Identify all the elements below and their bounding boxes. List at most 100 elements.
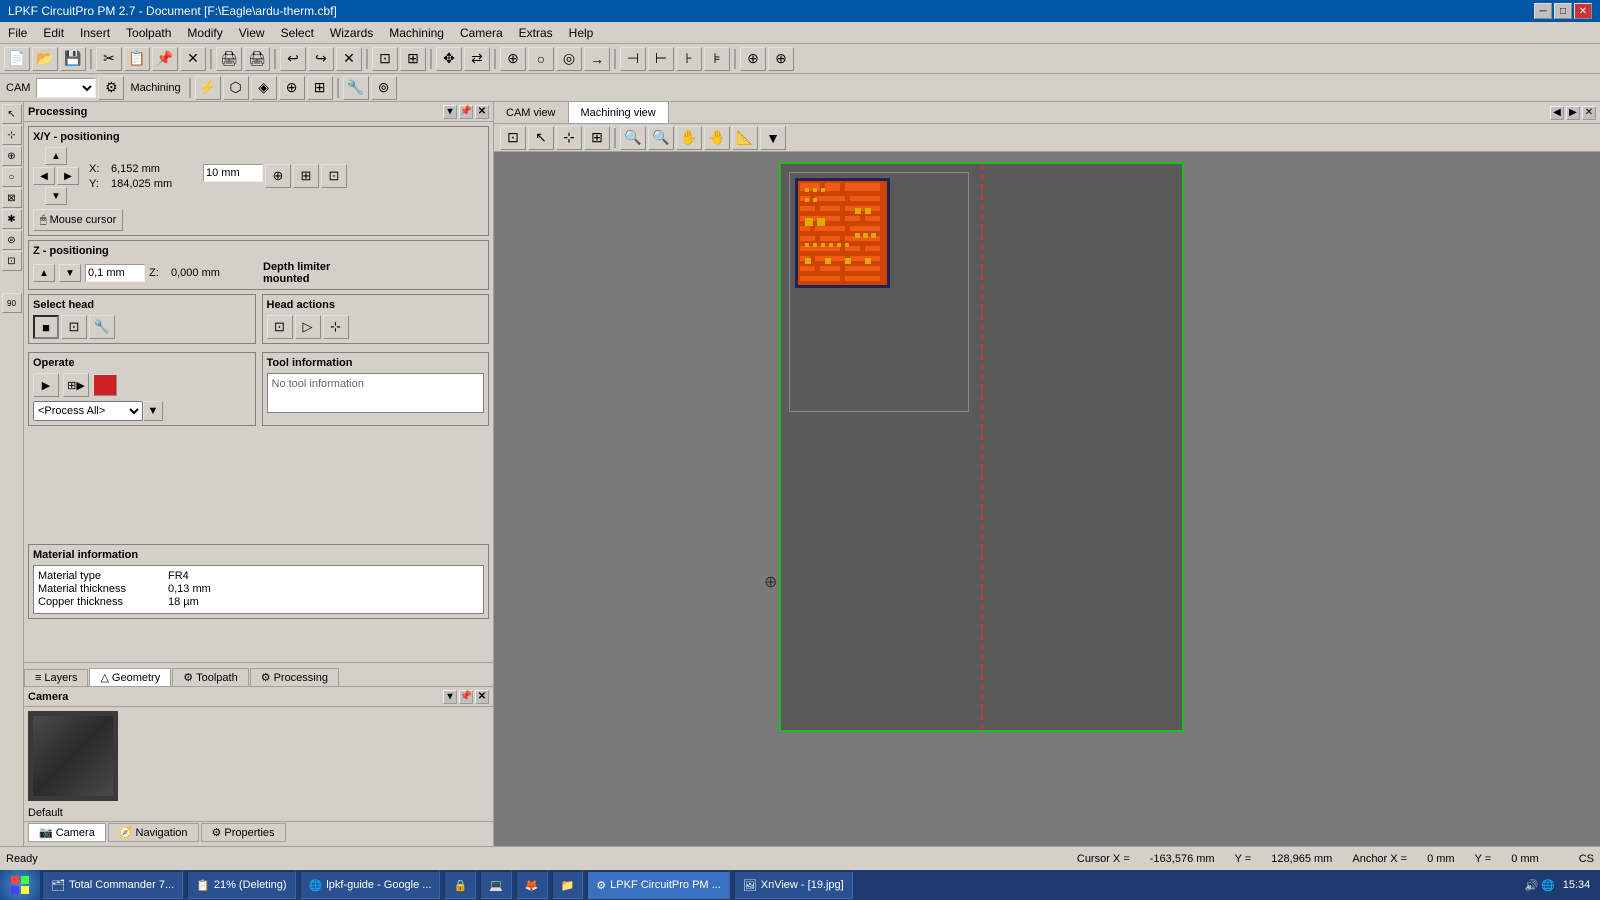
left-tool1[interactable]: ↖ [2,104,22,124]
goto-fiducial-button[interactable]: ⊞ [293,164,319,188]
head-action2-button[interactable]: ▷ [295,315,321,339]
left-tool7[interactable]: ⊜ [2,230,22,250]
panel-menu-button[interactable]: ▾ [443,105,457,119]
down-arrow-button[interactable]: ▼ [45,187,67,205]
mouse-cursor-button[interactable]: 🖱 Mouse cursor [33,209,123,231]
crosshair-button[interactable]: ⊕ [768,47,794,71]
menu-file[interactable]: File [0,24,35,42]
paste-button[interactable]: 📌 [152,47,178,71]
cam-tool5[interactable]: ⊞ [307,76,333,100]
zoom-circle-button[interactable]: ○ [528,47,554,71]
cam-tool3[interactable]: ◈ [251,76,277,100]
menu-modify[interactable]: Modify [179,24,230,42]
left-tool4[interactable]: ○ [2,167,22,187]
print-button[interactable]: 🖨 [244,47,270,71]
panel-tab-properties[interactable]: ⚙ Properties [201,823,286,842]
zoom-fit-button[interactable]: ⊕ [500,47,526,71]
left-tool8[interactable]: ⊡ [2,251,22,271]
process-all-dropdown[interactable]: <Process All> [33,401,143,421]
head-action3-button[interactable]: ⊹ [323,315,349,339]
align-button[interactable]: ⊦ [676,47,702,71]
z-up-button[interactable]: ▲ [33,264,55,282]
cam-tool7[interactable]: ⊚ [371,76,397,100]
left-tool3[interactable]: ⊕ [2,146,22,166]
cam-dropdown[interactable] [36,78,96,98]
right-arrow-button[interactable]: ▶ [57,167,79,185]
left-tool9[interactable]: 90 [2,293,22,313]
canvas-zoom-plus[interactable]: 🔍 [648,126,674,150]
tab-layers[interactable]: ≡ Layers [24,669,88,686]
distribute-button[interactable]: ⊧ [704,47,730,71]
close-button[interactable]: ✕ [1574,3,1592,19]
taskbar-firefox[interactable]: 🦊 [516,871,548,899]
cut-button[interactable]: ✂ [96,47,122,71]
menu-machining[interactable]: Machining [381,24,452,42]
menu-wizards[interactable]: Wizards [322,24,381,42]
canvas-pan[interactable]: ✋ [676,126,702,150]
up-arrow-button[interactable]: ▲ [45,147,67,165]
head2-button[interactable]: ⊡ [61,315,87,339]
canvas-select1[interactable]: ⊡ [500,126,526,150]
menu-toolpath[interactable]: Toolpath [118,24,179,42]
mirror-button[interactable]: ⊣ [620,47,646,71]
canvas-move[interactable]: ⊹ [556,126,582,150]
z-step-input[interactable] [85,264,145,282]
stop-button[interactable]: ✕ [336,47,362,71]
taskbar-total-commander[interactable]: 🗂 Total Commander 7... [42,871,183,899]
view-close-button[interactable]: ✕ [1582,106,1596,120]
taskbar-deleting[interactable]: 📋 21% (Deleting) [187,871,295,899]
left-arrow-button[interactable]: ◀ [33,167,55,185]
cam-tool6[interactable]: 🔧 [343,76,369,100]
canvas-zoom-region[interactable]: 🔍 [620,126,646,150]
panel-tab-camera[interactable]: 📷 Camera [28,823,106,842]
open-button[interactable]: 📂 [32,47,58,71]
taskbar-xnview[interactable]: 🖼 XnView - [19.jpg] [734,871,853,899]
select2-button[interactable]: ⊞ [400,47,426,71]
delete-button[interactable]: ✕ [180,47,206,71]
menu-extras[interactable]: Extras [511,24,561,42]
move-button[interactable]: ✥ [436,47,462,71]
print-preview-button[interactable]: 🖨 [216,47,242,71]
tab-toolpath[interactable]: ⚙ Toolpath [172,668,248,686]
head-action1-button[interactable]: ⊡ [267,315,293,339]
process-dropdown-button[interactable]: ▼ [143,401,163,421]
canvas-pan2[interactable]: 🤚 [704,126,730,150]
panel-close-button[interactable]: ✕ [475,105,489,119]
menu-select[interactable]: Select [273,24,322,42]
tab-processing[interactable]: ⚙ Processing [250,668,339,686]
taskbar-folder[interactable]: 📁 [552,871,584,899]
canvas-arrow[interactable]: ↖ [528,126,554,150]
head-tool-button[interactable]: 🔧 [89,315,115,339]
taskbar-chrome[interactable]: 🌐 lpkf-guide - Google ... [300,871,441,899]
cam-tool4[interactable]: ⊕ [279,76,305,100]
panel-tab-navigation[interactable]: 🧭 Navigation [108,823,199,842]
canvas-route[interactable]: 📐 [732,126,758,150]
measure-button[interactable]: ⊕ [740,47,766,71]
z-down-button[interactable]: ▼ [59,264,81,282]
new-button[interactable]: 📄 [4,47,30,71]
tab-geometry[interactable]: △ Geometry [89,668,171,686]
cam-tool2[interactable]: ⬡ [223,76,249,100]
minimize-button[interactable]: ─ [1534,3,1552,19]
menu-camera[interactable]: Camera [452,24,511,42]
menu-insert[interactable]: Insert [72,24,118,42]
undo-button[interactable]: ↩ [280,47,306,71]
cam-view-tab[interactable]: CAM view [494,102,569,123]
menu-edit[interactable]: Edit [35,24,72,42]
start-button[interactable] [0,870,40,900]
camera-pin-button[interactable]: 📌 [459,690,473,704]
camera-close-button[interactable]: ✕ [475,690,489,704]
flip-button[interactable]: ⇄ [464,47,490,71]
copy-button[interactable]: 📋 [124,47,150,71]
zoom-out-button[interactable]: → [584,47,610,71]
camera-menu-button[interactable]: ▾ [443,690,457,704]
select1-button[interactable]: ⊡ [372,47,398,71]
head1-button[interactable]: ■ [33,315,59,339]
step-play-button[interactable]: ⊞▶ [63,373,89,397]
view-next-button[interactable]: ▶ [1566,106,1580,120]
taskbar-lpkf[interactable]: ⚙ LPKF CircuitPro PM ... [587,871,730,899]
zoom-in-button[interactable]: ◎ [556,47,582,71]
view-prev-button[interactable]: ◀ [1550,106,1564,120]
left-tool2[interactable]: ⊹ [2,125,22,145]
step-input[interactable] [203,164,263,182]
